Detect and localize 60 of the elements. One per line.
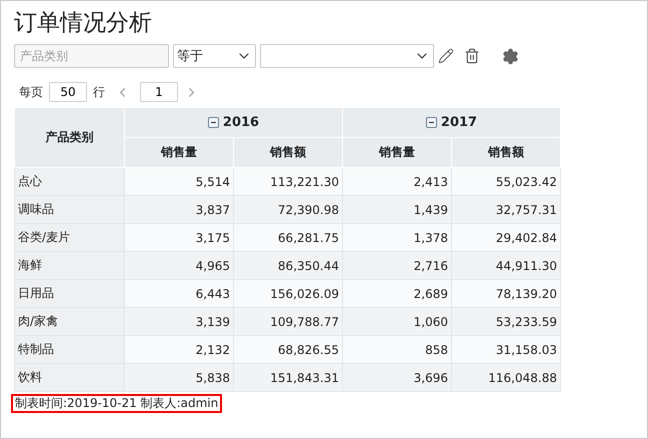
table-cell: 2,689 [342, 280, 452, 308]
table-cell: 66,281.75 [234, 224, 342, 252]
table-cell: 点心 [14, 168, 124, 196]
table-cell: 113,221.30 [234, 168, 342, 196]
table-cell: 日用品 [14, 280, 124, 308]
table-cell: 1,060 [342, 308, 452, 336]
category-field[interactable]: 产品类别 [14, 44, 169, 68]
table-cell: 116,048.88 [452, 364, 560, 392]
table-cell: 32,757.31 [452, 196, 560, 224]
table-cell: 29,402.84 [452, 224, 560, 252]
table-cell: 海鲜 [14, 252, 124, 280]
rows-label: 行 [93, 84, 105, 100]
column-header: 销售量 [124, 138, 234, 168]
table-cell: 31,158.03 [452, 336, 560, 364]
delete-button[interactable] [464, 48, 480, 64]
per-page-label: 每页 [19, 84, 43, 100]
table-cell: 3,139 [124, 308, 234, 336]
collapse-button[interactable] [426, 116, 437, 128]
footer-note: 制表时间:2019-10-21 制表人:admin [11, 394, 222, 413]
table-cell: 4,965 [124, 252, 234, 280]
collapse-button[interactable] [208, 116, 219, 128]
table-cell: 53,233.59 [452, 308, 560, 336]
edit-button[interactable] [438, 48, 454, 64]
per-page-field[interactable]: 50 [49, 82, 87, 102]
column-header: 销售额 [452, 138, 560, 168]
table-cell: 3,696 [342, 364, 452, 392]
column-header: 销售量 [342, 138, 452, 168]
table-cell: 86,350.44 [234, 252, 342, 280]
table-cell: 2,413 [342, 168, 452, 196]
table-cell: 3,837 [124, 196, 234, 224]
table-cell: 1,439 [342, 196, 452, 224]
table-cell: 5,514 [124, 168, 234, 196]
page-title: 订单情况分析 [14, 9, 153, 38]
table-cell: 1,378 [342, 224, 452, 252]
column-header: 产品类别 [14, 108, 124, 168]
table-cell: 858 [342, 336, 452, 364]
column-header: 销售额 [234, 138, 342, 168]
table-cell: 55,023.42 [452, 168, 560, 196]
table-cell: 72,390.98 [234, 196, 342, 224]
group-header: 2016 [124, 108, 342, 138]
settings-button[interactable] [502, 48, 519, 64]
table-cell: 2,132 [124, 336, 234, 364]
table-cell: 6,443 [124, 280, 234, 308]
table-cell: 谷类/麦片 [14, 224, 124, 252]
table-cell: 44,911.30 [452, 252, 560, 280]
operator-dropdown[interactable]: 等于 [173, 44, 256, 68]
table-cell: 特制品 [14, 336, 124, 364]
table-cell: 5,838 [124, 364, 234, 392]
table-cell: 3,175 [124, 224, 234, 252]
table-cell: 饮料 [14, 364, 124, 392]
table-cell: 156,026.09 [234, 280, 342, 308]
table-cell: 调味品 [14, 196, 124, 224]
table-cell: 78,139.20 [452, 280, 560, 308]
table-cell: 68,826.55 [234, 336, 342, 364]
page-field[interactable]: 1 [140, 82, 178, 102]
table-cell: 2,716 [342, 252, 452, 280]
table-cell: 109,788.77 [234, 308, 342, 336]
table-cell: 151,843.31 [234, 364, 342, 392]
group-header: 2017 [342, 108, 560, 138]
table-cell: 肉/家禽 [14, 308, 124, 336]
